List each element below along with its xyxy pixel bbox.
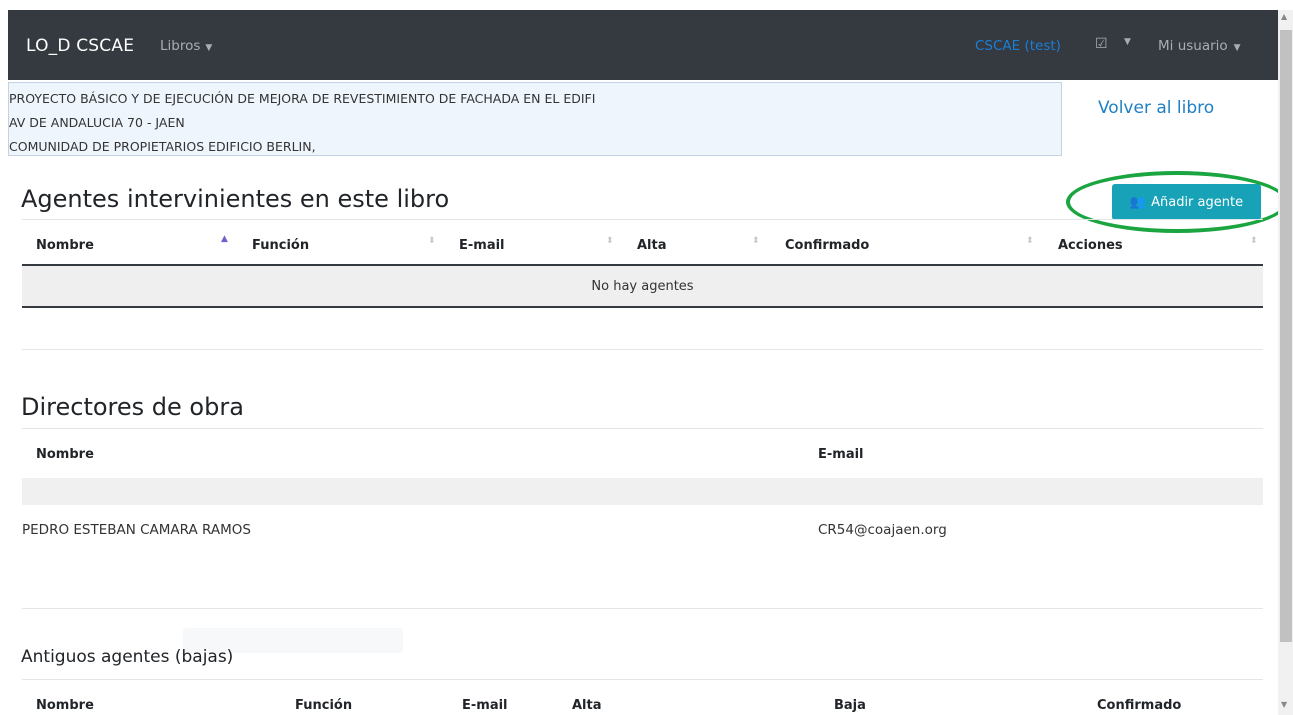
- column-header-funcion[interactable]: Función: [252, 238, 309, 253]
- column-header-acciones[interactable]: Acciones: [1058, 238, 1123, 253]
- brand-logo[interactable]: LO_D CSCAE: [26, 36, 134, 56]
- director-email: CR54@coajaen.org: [818, 522, 947, 538]
- chevron-down-icon: ▼: [1233, 43, 1241, 53]
- director-name: PEDRO ESTEBAN CAMARA RAMOS: [22, 522, 251, 538]
- chevron-down-icon: ▼: [205, 43, 213, 53]
- checklist-icon[interactable]: ☑: [1095, 36, 1108, 52]
- user-menu-label: Mi usuario: [1158, 38, 1228, 54]
- project-owner: COMUNIDAD DE PROPIETARIOS EDIFICIO BERLI…: [9, 139, 316, 154]
- libros-menu[interactable]: Libros ▼: [160, 38, 212, 54]
- scrollbar-thumb[interactable]: [1280, 30, 1292, 642]
- add-agent-label: Añadir agente: [1151, 194, 1244, 210]
- agents-section-title: Agentes intervinientes en este libro: [21, 185, 450, 213]
- empty-message: No hay agentes: [591, 278, 694, 294]
- column-header-alta: Alta: [572, 698, 602, 713]
- project-info-box: PROYECTO BÁSICO Y DE EJECUCIÓN DE MEJORA…: [8, 82, 1062, 156]
- column-header-confirmado: Confirmado: [1097, 698, 1182, 713]
- column-header-alta[interactable]: Alta: [637, 238, 667, 253]
- sort-icon[interactable]: ⬍: [752, 236, 760, 246]
- empty-table-row: No hay agentes: [22, 266, 1263, 308]
- divider: [22, 608, 1263, 609]
- column-header-nombre: Nombre: [36, 698, 94, 713]
- directors-section-title: Directores de obra: [21, 393, 244, 421]
- scroll-down-arrow-icon[interactable]: ▼: [1281, 700, 1287, 709]
- scroll-up-arrow-icon[interactable]: ▲: [1281, 12, 1287, 21]
- sort-ascending-icon[interactable]: ▲: [221, 234, 228, 244]
- sort-icon[interactable]: ⬍: [1026, 236, 1034, 246]
- column-header-email: E-mail: [818, 447, 864, 462]
- libros-label: Libros: [160, 38, 201, 54]
- column-header-baja: Baja: [834, 698, 866, 713]
- sort-icon[interactable]: ⬍: [428, 236, 436, 246]
- organization-link[interactable]: CSCAE (test): [975, 38, 1061, 54]
- top-navbar: LO_D CSCAE Libros ▼ CSCAE (test) ☑ ▼ Mi u…: [8, 10, 1278, 80]
- back-to-book-link[interactable]: Volver al libro: [1098, 98, 1214, 118]
- add-user-icon: 👥: [1129, 194, 1147, 210]
- user-menu[interactable]: Mi usuario ▼: [1158, 38, 1241, 54]
- divider: [22, 219, 1263, 220]
- project-title: PROYECTO BÁSICO Y DE EJECUCIÓN DE MEJORA…: [9, 91, 596, 106]
- column-header-funcion: Función: [295, 698, 353, 713]
- column-header-nombre[interactable]: Nombre: [36, 238, 94, 253]
- chevron-down-icon[interactable]: ▼: [1124, 37, 1131, 47]
- sort-icon[interactable]: ⬍: [606, 236, 614, 246]
- add-agent-button[interactable]: 👥 Añadir agente: [1112, 184, 1261, 220]
- column-header-email[interactable]: E-mail: [459, 238, 505, 253]
- divider: [22, 679, 1263, 680]
- column-header-email: E-mail: [462, 698, 508, 713]
- project-address: AV DE ANDALUCIA 70 - JAEN: [9, 115, 185, 130]
- column-header-nombre: Nombre: [36, 447, 94, 462]
- divider: [22, 349, 1263, 350]
- sort-icon[interactable]: ⬍: [1250, 236, 1258, 246]
- column-header-confirmado[interactable]: Confirmado: [785, 238, 869, 253]
- table-row-stripe: [22, 478, 1263, 505]
- divider: [22, 428, 1263, 429]
- page-margin: [0, 0, 8, 715]
- former-agents-section-title: Antiguos agentes (bajas): [21, 647, 234, 667]
